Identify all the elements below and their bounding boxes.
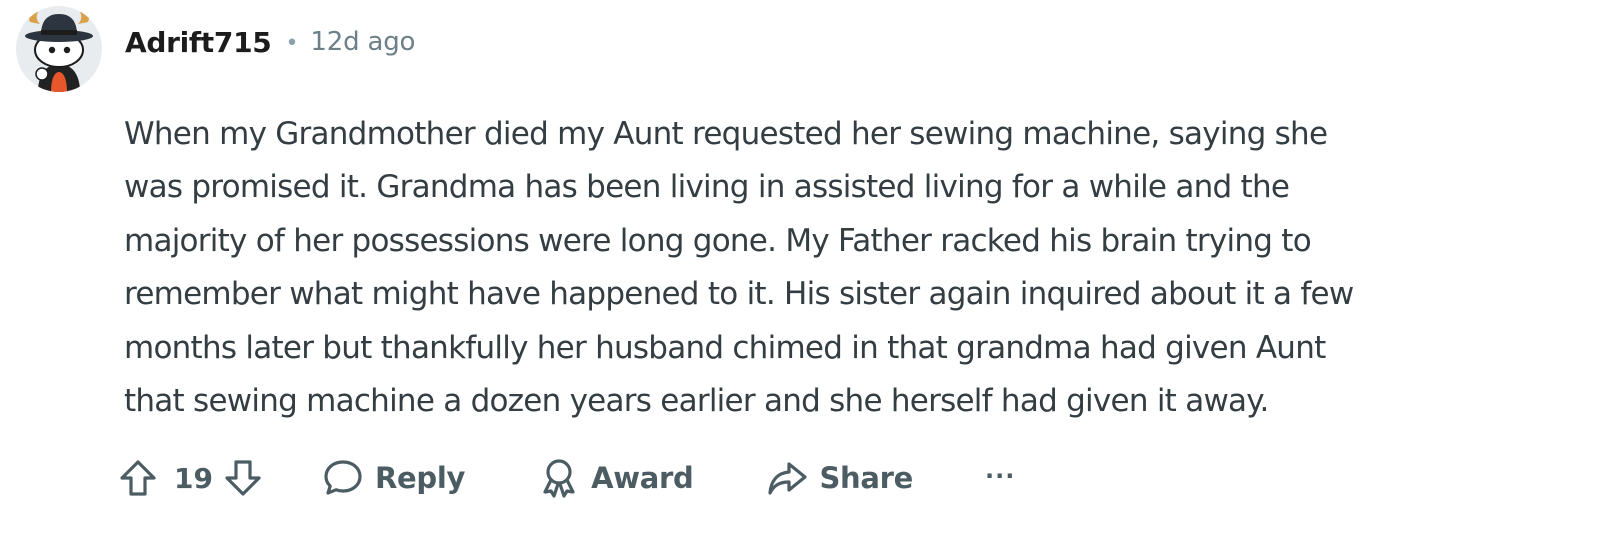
avatar[interactable] — [16, 6, 102, 92]
comment-body-line: that sewing machine a dozen years earlie… — [124, 382, 1269, 419]
comment-body-line: When my Grandmother died my Aunt request… — [124, 116, 1328, 152]
award-button[interactable]: Award — [537, 456, 694, 500]
comment: Adrift715 • 12d ago When my Grandmother … — [0, 0, 1600, 550]
comment-action-bar: 19 Reply Award Share ··· — [116, 448, 1015, 508]
timestamp[interactable]: 12d ago — [310, 27, 415, 57]
username[interactable]: Adrift715 — [125, 26, 272, 59]
comment-body-line: majority of her possessions were long go… — [124, 222, 1312, 259]
reply-label: Reply — [374, 461, 466, 495]
downvote-icon[interactable] — [221, 456, 265, 500]
speech-bubble-icon — [321, 456, 365, 500]
comment-header: Adrift715 • 12d ago — [125, 20, 415, 64]
more-options-button[interactable]: ··· — [985, 462, 1016, 492]
share-label: Share — [819, 461, 914, 495]
snoo-avatar-icon — [16, 6, 102, 92]
vote-count: 19 — [174, 461, 213, 495]
share-button[interactable]: Share — [765, 456, 913, 500]
share-arrow-icon — [765, 456, 809, 500]
award-label: Award — [591, 461, 694, 495]
more-options-label: ··· — [985, 462, 1016, 490]
comment-body-line: months later but thankfully her husband … — [124, 329, 1326, 366]
comment-body: When my Grandmother died my Aunt request… — [124, 108, 1564, 428]
comment-body-line: was promised it. Grandma has been living… — [124, 169, 1290, 206]
award-medal-icon — [537, 456, 581, 500]
separator-dot: • — [285, 30, 299, 56]
reply-button[interactable]: Reply — [321, 456, 465, 500]
comment-body-line: remember what might have happened to it.… — [124, 276, 1354, 313]
upvote-icon[interactable] — [116, 456, 160, 500]
